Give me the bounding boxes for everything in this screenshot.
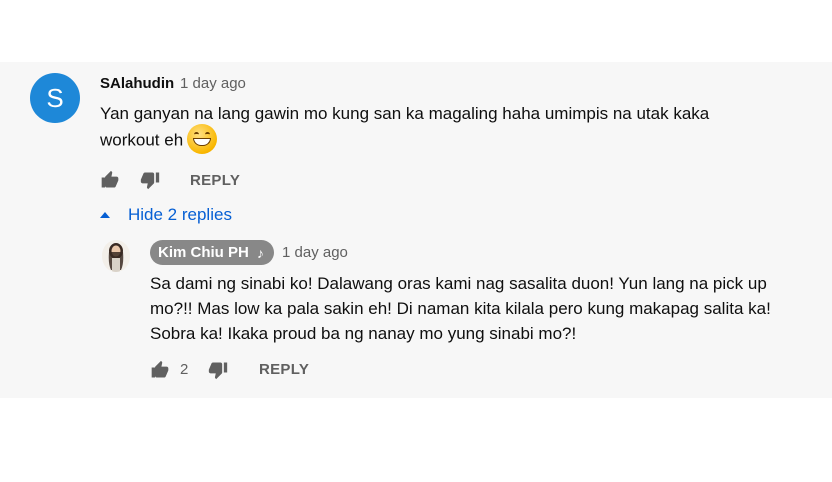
hide-replies-label: Hide 2 replies [128, 205, 232, 224]
avatar-letter: S [46, 82, 64, 113]
grinning-emoji-icon [187, 124, 218, 154]
caret-up-icon [100, 212, 110, 218]
comment-author[interactable]: SAlahudin [100, 75, 174, 92]
comment-timestamp[interactable]: 1 day ago [180, 75, 246, 92]
like-count: 2 [180, 361, 189, 378]
profile-photo-icon [102, 240, 130, 272]
hide-replies-button[interactable]: Hide 2 replies [100, 205, 232, 225]
reply-author: Kim Chiu PH [158, 244, 249, 261]
reply-button[interactable]: REPLY [259, 361, 309, 378]
dislike-icon[interactable] [140, 170, 160, 190]
avatar[interactable]: S [30, 73, 80, 123]
music-note-icon: ♪ [256, 244, 264, 261]
reply-timestamp[interactable]: 1 day ago [282, 244, 348, 261]
reply-avatar[interactable] [102, 240, 130, 272]
reply-button[interactable]: REPLY [190, 172, 240, 189]
dislike-icon[interactable] [208, 360, 228, 380]
like-icon[interactable] [150, 360, 170, 380]
comment-text: Yan ganyan na lang gawin mo kung san ka … [100, 101, 740, 156]
reply-text: Sa dami ng sinabi ko! Dalawang oras kami… [150, 274, 771, 343]
like-icon[interactable] [100, 170, 120, 190]
channel-owner-chip[interactable]: Kim Chiu PH ♪ [150, 240, 274, 265]
